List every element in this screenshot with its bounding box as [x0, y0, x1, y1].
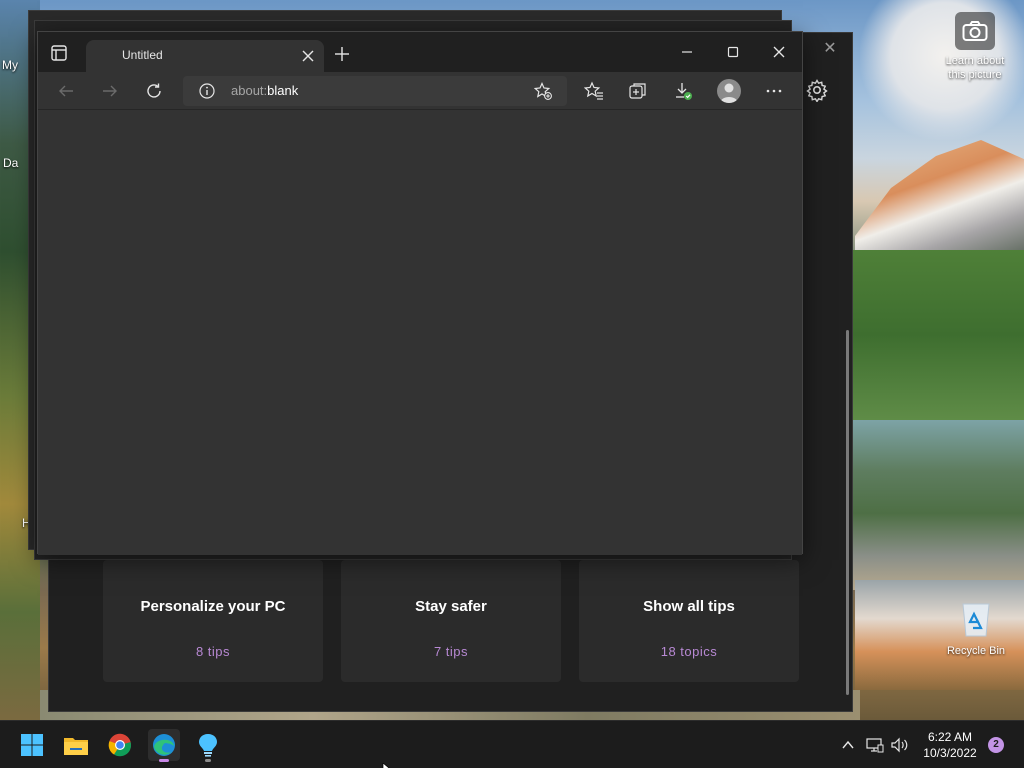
- back-icon[interactable]: [55, 80, 77, 102]
- taskbar: 6:22 AM 10/3/2022 2: [0, 720, 1024, 768]
- clock-time: 6:22 AM: [927, 730, 973, 744]
- tip-card-title: Personalize your PC: [140, 598, 286, 615]
- tip-card-count: 7 tips: [433, 644, 469, 659]
- mouse-cursor-icon: [382, 760, 392, 768]
- refresh-icon[interactable]: [143, 80, 165, 102]
- recycle-bin-label: Recycle Bin: [946, 645, 1006, 657]
- settings-gear-icon[interactable]: [805, 78, 831, 104]
- tab-close-icon[interactable]: [300, 48, 316, 64]
- wallpaper-lake: [850, 420, 1024, 590]
- tips-close-icon[interactable]: ✕: [819, 38, 841, 60]
- add-favorite-icon[interactable]: [533, 82, 552, 100]
- more-options-icon[interactable]: [763, 80, 785, 102]
- maximize-button[interactable]: [718, 40, 748, 64]
- tip-card-count: 18 topics: [660, 644, 718, 659]
- close-window-button[interactable]: [764, 40, 794, 64]
- tip-card-count: 8 tips: [195, 644, 231, 659]
- tab-actions-icon[interactable]: [50, 44, 68, 62]
- tip-card-personalize[interactable]: Personalize your PC 8 tips: [103, 560, 323, 682]
- url-path: blank: [267, 83, 299, 98]
- collections-icon[interactable]: [627, 80, 649, 102]
- browser-titlebar: Untitled: [38, 32, 802, 72]
- browser-toolbar: about:blank: [38, 72, 802, 110]
- notification-badge[interactable]: 2: [988, 737, 1004, 753]
- edge-icon[interactable]: [148, 729, 180, 762]
- tips-app-icon[interactable]: [192, 729, 224, 762]
- address-bar-url[interactable]: about:blank: [231, 83, 298, 98]
- recycle-bin-graphic: [956, 596, 996, 640]
- open-app-indicator: [205, 759, 211, 762]
- recycle-bin-icon[interactable]: Recycle Bin: [938, 596, 1014, 658]
- camera-icon: [955, 12, 995, 50]
- forward-icon[interactable]: [99, 80, 121, 102]
- site-info-icon[interactable]: [199, 83, 215, 99]
- profile-avatar-icon[interactable]: [717, 79, 741, 103]
- browser-window: Untitled about:blank: [37, 31, 803, 555]
- wallpaper-forest: [850, 250, 1024, 420]
- desktop-icon-label-fragment[interactable]: Da: [3, 156, 18, 170]
- learn-about-picture-icon[interactable]: Learn about this picture: [938, 8, 1012, 82]
- network-icon[interactable]: [865, 735, 885, 755]
- tip-card-title: Show all tips: [643, 598, 735, 615]
- favorites-icon[interactable]: [583, 80, 605, 102]
- clock-date: 10/3/2022: [923, 746, 977, 760]
- chrome-icon[interactable]: [104, 729, 136, 761]
- url-scheme: about:: [231, 83, 268, 98]
- active-app-indicator: [159, 759, 169, 762]
- downloads-icon[interactable]: [672, 80, 694, 102]
- new-tab-icon[interactable]: [334, 46, 350, 62]
- system-clock[interactable]: 6:22 AM 10/3/2022: [918, 729, 982, 761]
- page-content-blank[interactable]: [38, 110, 802, 555]
- learn-about-picture-label: Learn about this picture: [945, 55, 1005, 81]
- start-button[interactable]: [16, 729, 48, 761]
- file-explorer-icon[interactable]: [60, 729, 92, 761]
- address-bar[interactable]: about:blank: [183, 76, 567, 106]
- tips-scrollbar[interactable]: [846, 330, 849, 695]
- volume-icon[interactable]: [890, 735, 910, 755]
- browser-tab[interactable]: Untitled: [86, 40, 324, 72]
- desktop-icon-label-fragment[interactable]: My: [2, 58, 18, 72]
- tip-card-title: Stay safer: [415, 598, 487, 615]
- tip-card-show-all[interactable]: Show all tips 18 topics: [579, 560, 799, 682]
- tab-title: Untitled: [122, 48, 163, 62]
- tip-card-stay-safer[interactable]: Stay safer 7 tips: [341, 560, 561, 682]
- minimize-button[interactable]: [672, 40, 702, 64]
- show-hidden-icons-chevron-icon[interactable]: [838, 735, 858, 755]
